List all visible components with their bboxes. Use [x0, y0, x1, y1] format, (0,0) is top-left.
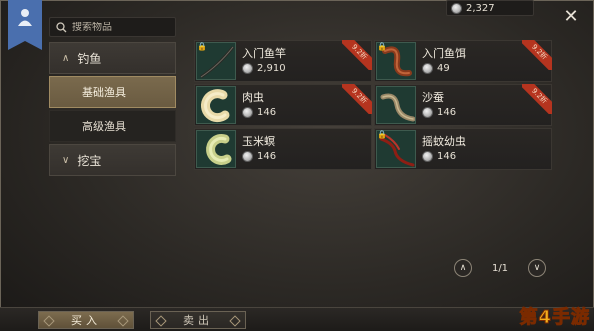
chevron-up-icon: ∧: [62, 52, 70, 64]
subcategory-advanced-gear[interactable]: 高级渔具: [49, 110, 176, 142]
price-value: 146: [437, 151, 457, 162]
item-name: 肉虫: [242, 91, 264, 104]
watermark-logo: 第4手游: [519, 307, 590, 329]
sandworm-icon: [376, 86, 416, 124]
category-fishing[interactable]: ∧ 钓鱼: [49, 42, 176, 74]
subcategory-label: 基础渔具: [82, 86, 126, 99]
silver-coin-icon: [451, 2, 462, 14]
discount-label: 9.2折: [342, 84, 372, 114]
item-slot[interactable]: 🔒 摇蚊幼虫 146: [374, 128, 552, 170]
item-slot[interactable]: 沙蚕 146 9.2折: [374, 84, 552, 126]
ornament-icon: [229, 315, 241, 327]
discount-ribbon: 9.2折: [342, 40, 372, 70]
silver-coin-icon: [422, 151, 433, 162]
silver-coin-icon: [422, 107, 433, 118]
price-value: 146: [257, 151, 277, 162]
lock-icon: 🔒: [377, 42, 387, 51]
category-treasure[interactable]: ∨ 挖宝: [49, 144, 176, 176]
tab-buy[interactable]: 买入: [38, 311, 134, 329]
price-value: 146: [257, 107, 277, 118]
price-value: 2,910: [257, 63, 286, 74]
subcategory-label: 高级渔具: [82, 120, 126, 133]
item-price: 49: [422, 63, 450, 74]
grub-icon: [196, 86, 236, 124]
category-label: 钓鱼: [77, 51, 102, 66]
search-box[interactable]: [49, 17, 176, 37]
page-indicator: 1/1: [491, 262, 509, 274]
search-icon: [56, 21, 67, 32]
currency-display: 2,327: [446, 0, 534, 16]
silver-coin-icon: [422, 63, 433, 74]
lock-icon: 🔒: [377, 130, 387, 139]
page-down-icon[interactable]: ∨: [528, 259, 546, 277]
discount-label: 9.2折: [342, 40, 372, 70]
discount-label: 9.2折: [522, 40, 552, 70]
tab-sell[interactable]: 卖出: [150, 311, 246, 329]
corn-borer-icon: [196, 130, 236, 168]
discount-label: 9.2折: [522, 84, 552, 114]
category-sidebar: ∧ 钓鱼 基础渔具 高级渔具 ∨ 挖宝: [49, 42, 176, 176]
chevron-down-icon: ∨: [62, 154, 70, 166]
item-price: 146: [422, 151, 456, 162]
discount-ribbon: 9.2折: [522, 40, 552, 70]
subcategory-basic-gear[interactable]: 基础渔具: [49, 76, 176, 108]
close-icon[interactable]: ✕: [562, 8, 580, 26]
lock-icon: 🔒: [197, 42, 207, 51]
item-name: 入门鱼饵: [422, 47, 466, 60]
item-price: 2,910: [242, 63, 286, 74]
discount-ribbon: 9.2折: [342, 84, 372, 114]
pagination: ∧ 1/1 ∨: [454, 259, 546, 277]
item-price: 146: [242, 107, 276, 118]
tab-label: 卖出: [183, 314, 213, 327]
price-value: 146: [437, 107, 457, 118]
currency-amount: 2,327: [466, 2, 495, 14]
category-label: 挖宝: [77, 153, 102, 168]
search-input[interactable]: [72, 21, 172, 33]
ornament-icon: [117, 315, 129, 327]
item-slot[interactable]: 肉虫 146 9.2折: [194, 84, 372, 126]
item-name: 沙蚕: [422, 91, 444, 104]
silver-coin-icon: [242, 151, 253, 162]
item-price: 146: [422, 107, 456, 118]
ornament-icon: [155, 315, 167, 327]
page-up-icon[interactable]: ∧: [454, 259, 472, 277]
item-name: 摇蚊幼虫: [422, 135, 466, 148]
price-value: 49: [437, 63, 450, 74]
item-slot[interactable]: 玉米螟 146: [194, 128, 372, 170]
ornament-icon: [43, 315, 55, 327]
item-slot[interactable]: 🔒 入门鱼竿 2,910 9.2折: [194, 40, 372, 82]
item-name: 入门鱼竿: [242, 47, 286, 60]
merchant-bookmark-icon: [8, 0, 42, 50]
silver-coin-icon: [242, 107, 253, 118]
discount-ribbon: 9.2折: [522, 84, 552, 114]
item-price: 146: [242, 151, 276, 162]
tab-label: 买入: [71, 314, 101, 327]
item-slot[interactable]: 🔒 入门鱼饵 49 9.2折: [374, 40, 552, 82]
item-name: 玉米螟: [242, 135, 275, 148]
silver-coin-icon: [242, 63, 253, 74]
